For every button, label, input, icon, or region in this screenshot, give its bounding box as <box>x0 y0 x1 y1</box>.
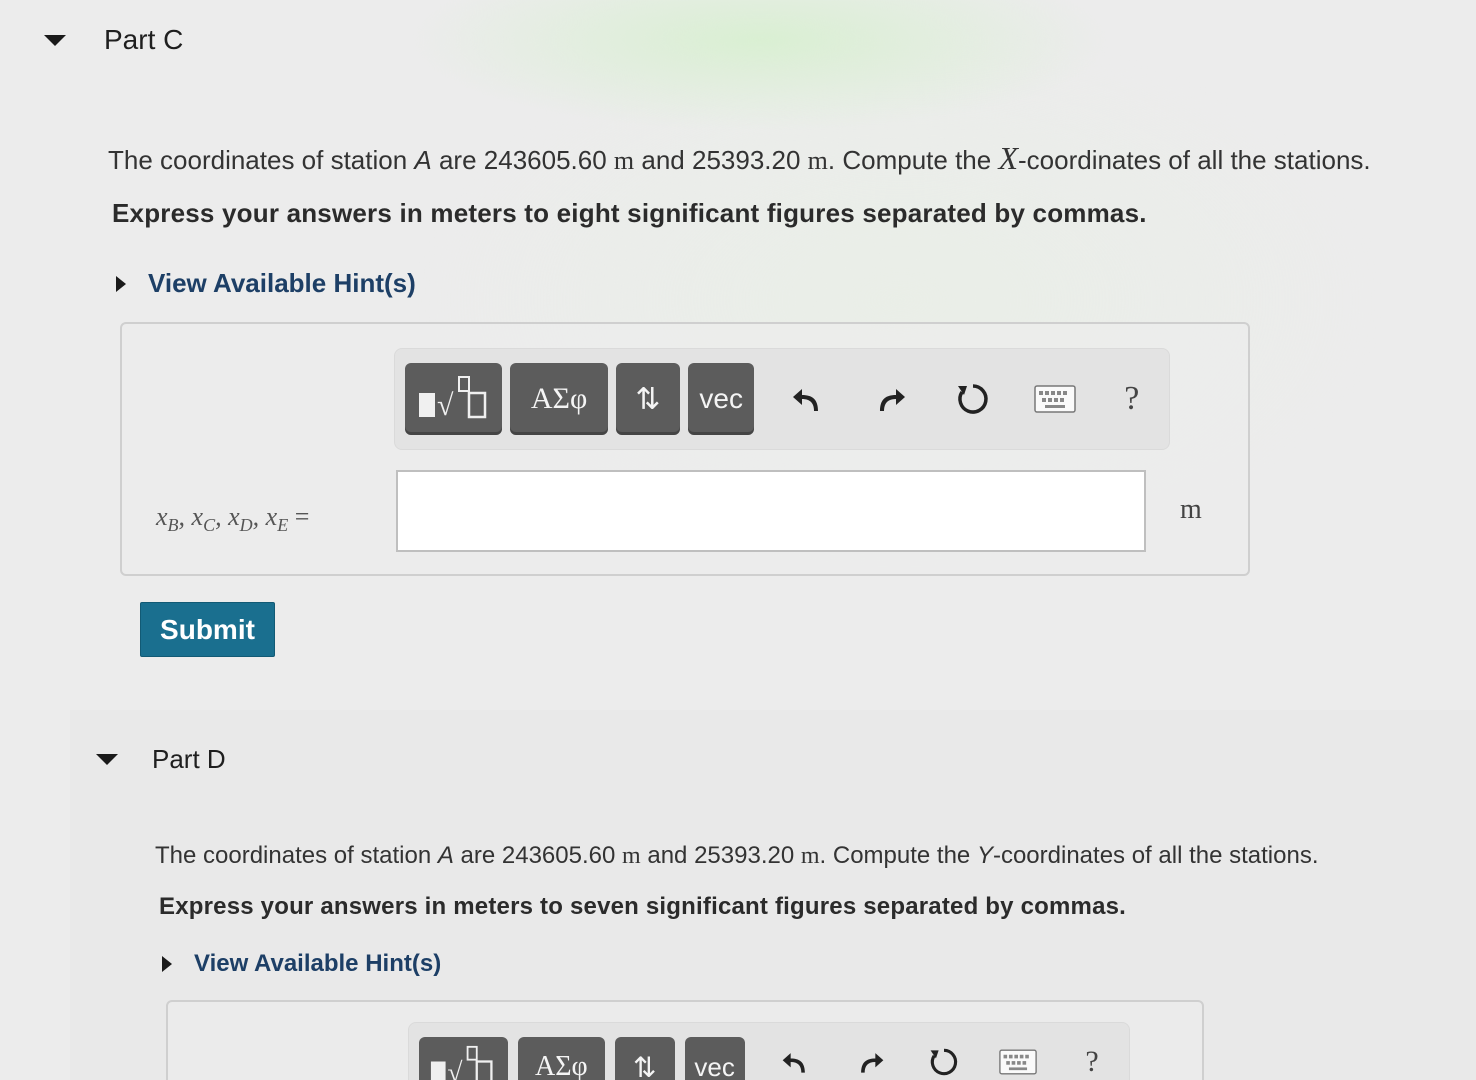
arrows-button[interactable]: ⇅ <box>615 363 681 435</box>
redo-icon <box>860 1053 884 1073</box>
part-c-header[interactable]: Part C <box>44 24 183 56</box>
keyboard-button[interactable] <box>991 1037 1045 1080</box>
answer-unit: m <box>1180 494 1202 525</box>
part-c-instruction: Express your answers in meters to eight … <box>112 198 1147 228</box>
keyboard-button[interactable] <box>1028 371 1083 427</box>
svg-text:√: √ <box>448 1057 464 1080</box>
help-button[interactable]: ? <box>1065 1037 1119 1080</box>
redo-button[interactable] <box>863 371 918 427</box>
submit-button[interactable]: Submit <box>140 602 275 657</box>
caret-down-icon[interactable] <box>44 34 66 46</box>
part-d-prompt: The coordinates of station A are 243605.… <box>155 842 1319 869</box>
help-button[interactable]: ? <box>1104 371 1159 427</box>
part-d-instruction: Express your answers in meters to seven … <box>159 893 1127 920</box>
caret-right-icon <box>162 956 172 972</box>
vec-button[interactable]: vec <box>688 363 755 435</box>
templates-icon: √ <box>418 376 486 422</box>
svg-text:√: √ <box>437 389 454 422</box>
templates-button[interactable]: √ <box>419 1037 508 1080</box>
part-c-title: Part C <box>104 24 184 55</box>
reset-icon <box>957 384 988 414</box>
templates-button[interactable]: √ <box>405 363 503 435</box>
part-c-math-toolbar: √ ΑΣφ ⇅ vec ? <box>394 348 1170 450</box>
answer-input-field[interactable] <box>396 470 1146 552</box>
part-d-header[interactable]: Part D <box>96 744 226 775</box>
caret-down-icon[interactable] <box>96 754 118 765</box>
part-d-math-toolbar: √ ΑΣφ ⇅ vec ? <box>408 1022 1130 1080</box>
help-icon: ? <box>1085 1045 1099 1078</box>
greek-symbols-button[interactable]: ΑΣφ <box>510 363 608 435</box>
reset-button[interactable] <box>917 1037 971 1080</box>
part-d-hint-toggle[interactable]: View Available Hint(s) <box>162 950 441 978</box>
greek-symbols-button[interactable]: ΑΣφ <box>517 1037 605 1080</box>
part-c-hint-toggle[interactable]: View Available Hint(s) <box>116 268 416 299</box>
undo-icon <box>792 389 818 411</box>
arrows-button[interactable]: ⇅ <box>614 1037 675 1080</box>
vec-button[interactable]: vec <box>684 1037 745 1080</box>
reset-button[interactable] <box>945 371 1000 427</box>
templates-icon: √ <box>431 1045 493 1080</box>
keyboard-icon <box>1034 385 1076 413</box>
hint-label: View Available Hint(s) <box>148 268 416 298</box>
undo-icon <box>782 1053 805 1073</box>
reset-icon <box>930 1048 957 1076</box>
redo-button[interactable] <box>843 1037 897 1080</box>
keyboard-icon <box>999 1049 1037 1075</box>
redo-icon <box>880 389 906 411</box>
help-icon: ? <box>1124 380 1140 417</box>
answer-variable-label: xB, xC, xD, xE = <box>156 502 310 536</box>
part-c-prompt: The coordinates of station A are 243605.… <box>108 140 1371 176</box>
caret-right-icon <box>116 275 126 292</box>
hint-label: View Available Hint(s) <box>194 950 442 977</box>
undo-button[interactable] <box>780 371 835 427</box>
part-d-title: Part D <box>152 744 226 774</box>
undo-button[interactable] <box>769 1037 823 1080</box>
